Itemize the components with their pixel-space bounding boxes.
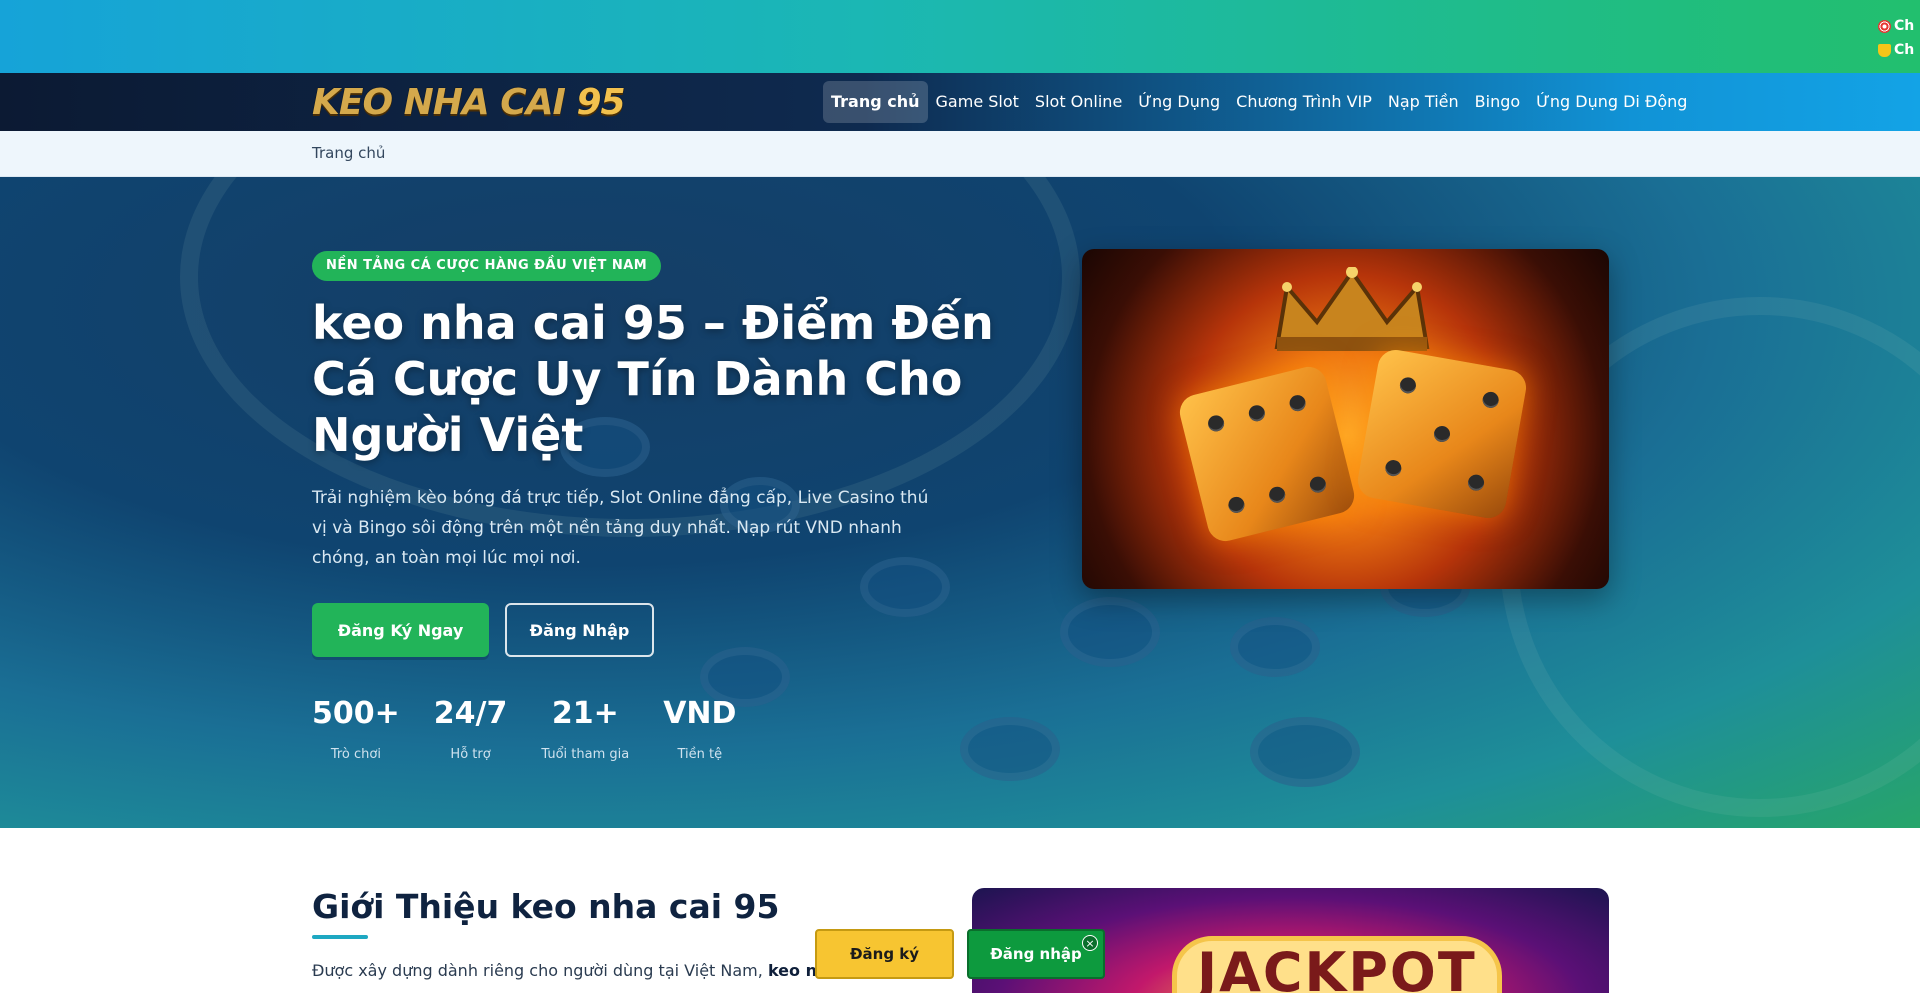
background-chip xyxy=(1250,717,1360,787)
nav-item-vip[interactable]: Chương Trình VIP xyxy=(1228,81,1380,123)
stat-label: Tuổi tham gia xyxy=(541,747,630,762)
jackpot-word: JACKPOT xyxy=(1172,936,1502,993)
stat-value: 21+ xyxy=(551,696,619,731)
stat-item: 21+ Tuổi tham gia xyxy=(541,695,629,762)
close-icon[interactable]: × xyxy=(1082,935,1098,951)
promo-ticker[interactable]: Ch Ch xyxy=(1878,14,1920,62)
site-logo[interactable]: KEO NHA CAI 95 xyxy=(312,82,626,123)
intro-text: Được xây dựng dành riêng cho người dùng … xyxy=(312,956,852,993)
ticker-item[interactable]: Ch xyxy=(1878,38,1920,62)
stat-value: 500+ xyxy=(312,696,400,731)
ticker-item[interactable]: Ch xyxy=(1878,14,1920,38)
main-nav: Trang chủ Game Slot Slot Online Ứng Dụng… xyxy=(823,81,1695,123)
login-button[interactable]: Đăng Nhập xyxy=(505,603,654,657)
ticker-text: Ch xyxy=(1894,42,1915,58)
stat-label: Hỗ trợ xyxy=(450,747,491,762)
title-underline xyxy=(312,935,368,939)
trophy-icon xyxy=(1878,43,1891,57)
top-banner xyxy=(0,0,1920,73)
nav-item-mobile-app[interactable]: Ứng Dụng Di Động xyxy=(1528,81,1695,123)
target-icon xyxy=(1878,19,1891,33)
stat-value: VND xyxy=(663,696,737,731)
nav-item-slot-online[interactable]: Slot Online xyxy=(1027,81,1130,123)
crown-icon xyxy=(1274,267,1430,351)
die-right xyxy=(1355,347,1529,521)
intro-title: Giới Thiệu keo nha cai 95 xyxy=(312,887,780,926)
nav-item-home[interactable]: Trang chủ xyxy=(823,81,928,123)
intro-text-prefix: Được xây dựng dành riêng cho người dùng … xyxy=(312,961,763,980)
hero-image-flaming-dice xyxy=(1082,249,1609,589)
hero-description: Trải nghiệm kèo bóng đá trực tiếp, Slot … xyxy=(312,488,929,568)
nav-item-bingo[interactable]: Bingo xyxy=(1467,81,1529,123)
stat-item: 24/7 Hỗ trợ xyxy=(434,695,508,762)
logo-number: 95 xyxy=(576,82,626,123)
floating-register-button[interactable]: Đăng ký xyxy=(815,929,954,979)
nav-item-deposit[interactable]: Nạp Tiền xyxy=(1380,81,1467,123)
stat-label: Trò chơi xyxy=(330,747,381,762)
nav-item-game-slot[interactable]: Game Slot xyxy=(928,81,1027,123)
hero-stats: 500+ Trò chơi 24/7 Hỗ trợ 21+ Tuổi tham … xyxy=(312,695,770,762)
ticker-text: Ch xyxy=(1894,18,1915,34)
background-chip xyxy=(960,717,1060,781)
stat-label: Tiền tệ xyxy=(677,747,723,762)
nav-item-app[interactable]: Ứng Dụng xyxy=(1130,81,1228,123)
breadcrumb-bar: Trang chủ xyxy=(0,131,1920,177)
background-chip xyxy=(1230,617,1320,677)
breadcrumb[interactable]: Trang chủ xyxy=(312,144,385,162)
hero-badge: NỀN TẢNG CÁ CƯỢC HÀNG ĐẦU VIỆT NAM xyxy=(312,251,662,281)
logo-text: KEO NHA CAI xyxy=(312,82,566,123)
register-now-button[interactable]: Đăng Ký Ngay xyxy=(312,603,489,657)
stat-item: VND Tiền tệ xyxy=(663,695,736,762)
stat-value: 24/7 xyxy=(433,696,508,731)
hero-title: keo nha cai 95 – Điểm Đến Cá Cược Uy Tín… xyxy=(312,296,994,462)
stat-item: 500+ Trò chơi xyxy=(312,695,400,762)
main-navbar: KEO NHA CAI 95 Trang chủ Game Slot Slot … xyxy=(0,73,1920,131)
die-left xyxy=(1176,363,1358,545)
hero-section: NỀN TẢNG CÁ CƯỢC HÀNG ĐẦU VIỆT NAM keo n… xyxy=(0,177,1920,828)
background-chip xyxy=(1060,597,1160,667)
